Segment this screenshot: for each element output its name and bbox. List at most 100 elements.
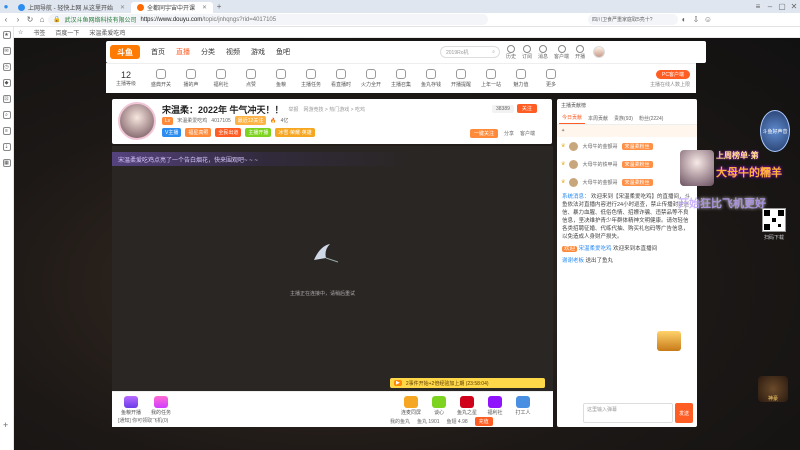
category-item[interactable]: 魅力值: [506, 69, 536, 88]
breadcrumb[interactable]: 网游竞技 > 热门游戏 > 吃鸡: [304, 106, 365, 113]
rank-row[interactable]: ♛ 大母牛的金额哥 宋温柔粉丝: [557, 173, 697, 191]
maximize-icon[interactable]: ▢: [776, 1, 788, 13]
chat-input[interactable]: 这里输入弹幕: [583, 403, 673, 423]
my-fishball[interactable]: 我的鱼丸: [390, 418, 410, 425]
category-item[interactable]: 点赞: [236, 69, 266, 88]
event-medal[interactable]: 斗鱼好声音: [760, 110, 790, 152]
browser-tab-1[interactable]: 上网导航 - 轻快上网 从这里开始 ✕: [12, 2, 131, 13]
fans-notice[interactable]: [通知] 你可领取飞机(0): [118, 417, 168, 424]
message-sender[interactable]: 系统消息：: [562, 194, 590, 200]
report-link[interactable]: 举报: [289, 106, 299, 113]
add-sidebar-icon[interactable]: +: [3, 420, 8, 430]
notice-bar[interactable]: ▶ 2事件开始+2倍经验加上期 (23:58:04): [390, 378, 545, 388]
message-sender[interactable]: 谢谢老板: [562, 258, 584, 264]
notes-icon[interactable]: ≡: [2, 127, 11, 135]
history-icon[interactable]: ◷: [2, 63, 11, 71]
chat-tab[interactable]: 粉丝(2224): [636, 113, 666, 124]
category-item[interactable]: 火力全开: [356, 69, 386, 88]
category-item[interactable]: 福利社: [206, 69, 236, 88]
recharge-button[interactable]: 充值: [474, 417, 493, 426]
gift-item[interactable]: 谈心: [426, 396, 452, 416]
forward-icon[interactable]: ›: [12, 14, 24, 26]
qr-code[interactable]: [762, 208, 786, 232]
category-item[interactable]: 播的声: [176, 69, 206, 88]
subscribe-button[interactable]: 一键关注: [470, 129, 499, 138]
user-icon[interactable]: ☺: [702, 14, 714, 26]
pc-client-button[interactable]: PC客户端: [656, 69, 690, 79]
category-item[interactable]: 更多: [536, 69, 566, 88]
category-item[interactable]: 主播召集: [386, 69, 416, 88]
site-search-input[interactable]: 2019Ro机 ⌕: [440, 46, 500, 58]
chat-icon[interactable]: ✉: [2, 47, 11, 55]
anchor-badge[interactable]: V主播: [162, 128, 182, 137]
category-item[interactable]: 上年一站: [476, 69, 506, 88]
extension-icon[interactable]: ◐: [678, 14, 690, 26]
send-button[interactable]: 发送: [675, 403, 693, 423]
share-button[interactable]: 分享: [504, 130, 514, 137]
browser-tab-2[interactable]: 全都同宇宙中开课 ✕: [131, 2, 214, 13]
anchor-badge[interactable]: 福星高照: [185, 128, 212, 137]
menu-icon[interactable]: ≡: [752, 1, 764, 13]
anchor-badge[interactable]: 冰雪·荣耀·英雄: [275, 128, 315, 137]
gift-tasks[interactable]: 我的任务: [148, 396, 174, 416]
category-item[interactable]: 主播任务: [296, 69, 326, 88]
cart-icon[interactable]: ⊡: [2, 95, 11, 103]
anchor-badge[interactable]: 全民出道: [215, 128, 242, 137]
rank-row[interactable]: ♛ 大母牛的金额哥 宋温柔粉丝: [557, 137, 697, 155]
header-broadcast[interactable]: 开播: [575, 44, 585, 60]
apps-icon[interactable]: ▦: [2, 159, 11, 167]
header-message[interactable]: 消息: [538, 44, 548, 60]
new-tab-icon[interactable]: +: [213, 1, 225, 13]
url-field[interactable]: 🔒 武汉斗鱼网络科技有限公司 https://www.douyu.com/top…: [48, 14, 488, 25]
anchor-name[interactable]: 宋温柔爱吃鸡: [177, 117, 207, 124]
message-sender[interactable]: 宋温柔爱吃鸡: [579, 246, 612, 252]
user-avatar[interactable]: [593, 46, 606, 58]
close-tab-icon[interactable]: ✕: [202, 4, 207, 11]
home-icon[interactable]: ⌂: [36, 14, 48, 26]
gift-item[interactable]: 鱼丸之星: [454, 396, 480, 416]
header-follow[interactable]: 订阅: [522, 44, 532, 60]
category-item[interactable]: 盛典开关: [146, 69, 176, 88]
download-icon[interactable]: ⇩: [690, 14, 702, 26]
close-tab-icon[interactable]: ✕: [120, 4, 125, 11]
chat-tab[interactable]: 今日贡献: [559, 112, 586, 124]
header-history[interactable]: 历史: [506, 44, 516, 60]
browser-search-box[interactable]: 四川卫食严重家庭取5亮十?: [588, 14, 678, 25]
nav-game[interactable]: 游戏: [251, 47, 265, 57]
back-icon[interactable]: ‹: [0, 14, 12, 26]
bookmark-item[interactable]: 书签: [33, 28, 45, 37]
nav-video[interactable]: 视频: [226, 47, 240, 57]
chat-tab[interactable]: 贵族(93): [611, 113, 636, 124]
nav-live[interactable]: 直播: [176, 47, 190, 57]
nav-home[interactable]: 首页: [151, 47, 165, 57]
minimize-icon[interactable]: –: [764, 1, 776, 13]
nav-fishbar[interactable]: 鱼吧: [276, 47, 290, 57]
category-item[interactable]: 开播提醒: [446, 69, 476, 88]
search-icon[interactable]: ⌕: [2, 111, 11, 119]
chat-tab[interactable]: 本周贡献: [585, 113, 611, 124]
gift-item[interactable]: 福利社: [482, 396, 508, 416]
gift-fishfood[interactable]: 鱼粮开播: [118, 396, 144, 416]
video-player[interactable]: [112, 146, 553, 391]
treasure-chest-icon[interactable]: [657, 331, 681, 351]
category-item[interactable]: 看直播时: [326, 69, 356, 88]
category-item[interactable]: 鱼粮: [266, 69, 296, 88]
anchor-badge[interactable]: 主播开播: [245, 128, 272, 137]
bookmark-item[interactable]: 宋温柔爱吃鸡: [89, 28, 125, 37]
bookmark-item[interactable]: 百度一下: [55, 28, 79, 37]
category-item[interactable]: 鱼丸存钱: [416, 69, 446, 88]
refresh-icon[interactable]: ↻: [24, 14, 36, 26]
anchor-avatar[interactable]: [118, 102, 156, 140]
close-window-icon[interactable]: ✕: [788, 1, 800, 13]
nav-category[interactable]: 分类: [201, 47, 215, 57]
follow-button[interactable]: 关注: [516, 104, 537, 113]
rank-row[interactable]: ♛ 大母牛的铁甲哥 宋温柔粉丝: [557, 155, 697, 173]
client-button[interactable]: 客户端: [520, 130, 535, 137]
search-icon[interactable]: ⌕: [492, 49, 495, 55]
game-icon[interactable]: ◆: [2, 79, 11, 87]
gift-item[interactable]: 打工人: [510, 396, 536, 416]
event-badge[interactable]: 神豪: [758, 376, 788, 402]
favorites-icon[interactable]: ★: [2, 31, 11, 39]
douyu-logo[interactable]: 斗鱼: [110, 45, 140, 59]
download-list-icon[interactable]: ⇣: [2, 143, 11, 151]
